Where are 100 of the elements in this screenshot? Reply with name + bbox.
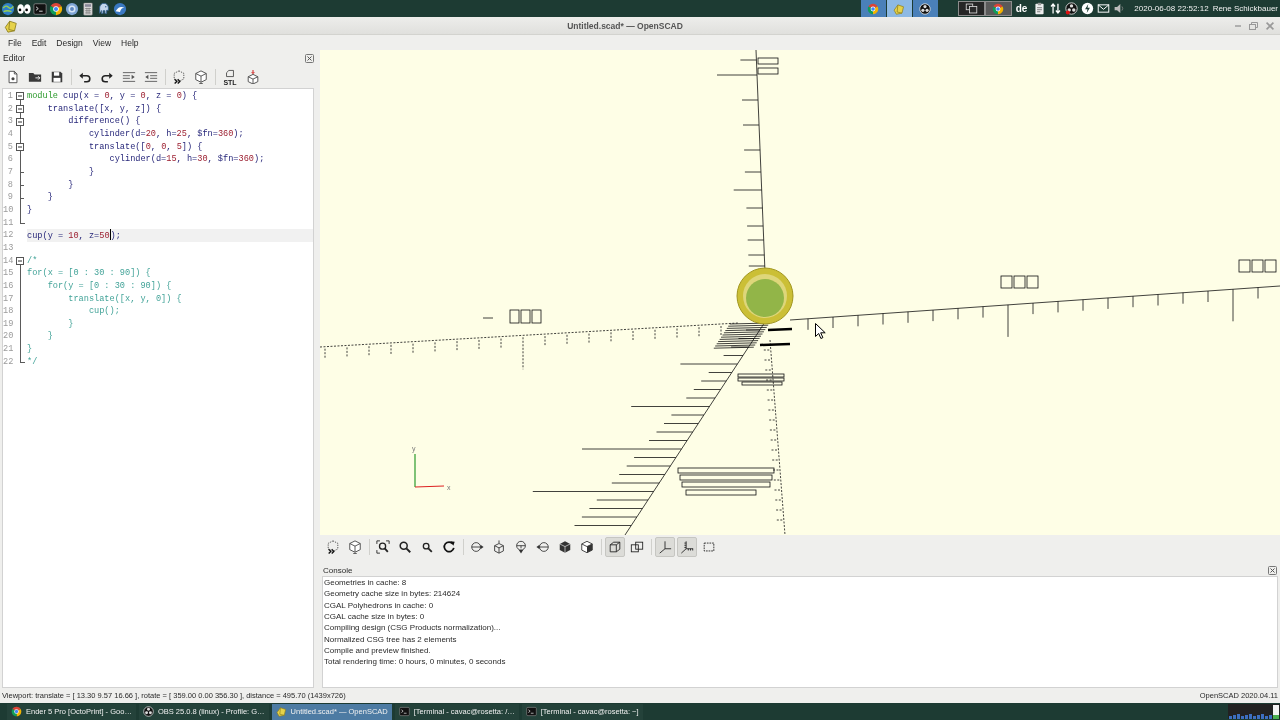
line-number: 3 xyxy=(6,115,13,128)
app-button[interactable] xyxy=(984,1,1012,16)
axes-icon xyxy=(658,539,672,554)
line-number: 17 xyxy=(3,292,13,306)
redo-icon xyxy=(100,70,114,84)
collapse-icon[interactable] xyxy=(16,92,24,101)
menu-item[interactable]: Design xyxy=(51,37,88,48)
window-button[interactable] xyxy=(860,0,886,17)
front-view-icon xyxy=(558,539,572,554)
line-number: 8 xyxy=(6,178,13,192)
terminal-icon xyxy=(525,706,537,717)
code-line: } xyxy=(46,330,54,344)
console-line: Geometries in cache: 8 xyxy=(324,577,407,589)
close-icon xyxy=(304,53,314,63)
scale-label-marks xyxy=(759,327,793,347)
perspective-button[interactable] xyxy=(605,536,625,557)
line-number: 9 xyxy=(6,191,13,204)
clock[interactable]: 2020-06-08 22:52:12 xyxy=(1134,4,1209,13)
aperture-icon[interactable] xyxy=(1065,2,1079,15)
aperture-icon xyxy=(919,2,932,15)
code-line: */ xyxy=(27,355,39,369)
perspective-box-icon xyxy=(608,539,622,554)
browser-icon[interactable] xyxy=(49,1,63,16)
network-arrows-icon[interactable] xyxy=(1049,2,1063,15)
close-icon xyxy=(1265,21,1274,30)
eyes-icon[interactable] xyxy=(17,1,31,16)
collapse-icon[interactable] xyxy=(16,105,24,113)
window-switcher-button[interactable] xyxy=(957,1,985,16)
console-line: Geometry cache size in bytes: 214624 xyxy=(324,588,461,600)
line-number: 22 xyxy=(3,355,13,369)
scale-label-marks xyxy=(1000,275,1039,289)
collapse-icon[interactable] xyxy=(16,142,24,151)
line-number: 20 xyxy=(3,330,13,344)
top-view-icon xyxy=(492,539,506,554)
scale-markers-button[interactable] xyxy=(677,536,697,557)
menu-item[interactable]: File xyxy=(3,37,27,48)
user-name[interactable]: Rene Schickbauer xyxy=(1212,4,1278,13)
browser-icon xyxy=(992,2,1005,15)
line-number: 19 xyxy=(3,317,13,331)
line-number: 11 xyxy=(3,216,13,230)
window-title: Untitled.scad* — OpenSCAD xyxy=(567,20,683,31)
lightning-icon[interactable] xyxy=(1081,2,1095,15)
bird-icon[interactable] xyxy=(113,1,127,16)
line-number: 13 xyxy=(3,241,13,255)
code-line: cup(); xyxy=(87,305,121,318)
calculator-icon[interactable] xyxy=(81,1,95,16)
envelope-icon[interactable] xyxy=(1097,2,1111,15)
line-number: 10 xyxy=(3,203,13,217)
zoom-in-icon xyxy=(398,539,412,554)
code-line: for(y = [0 : 30 : 90]) { xyxy=(46,279,173,293)
close-button[interactable] xyxy=(304,53,314,63)
console-line: Normalized CSG tree has 2 elements xyxy=(324,633,457,646)
back-view-icon xyxy=(580,539,594,554)
line-number: 5 xyxy=(6,140,13,154)
aperture-icon xyxy=(142,706,154,717)
ring-icon[interactable] xyxy=(65,1,79,16)
code-line: cylinder(d=20, h=25, $fn=360); xyxy=(87,127,245,141)
window-button[interactable] xyxy=(886,0,912,17)
code-line: } xyxy=(87,165,96,179)
cube-icon xyxy=(194,70,208,84)
left-view-icon xyxy=(536,539,550,554)
keyboard-layout-indicator[interactable]: de xyxy=(1015,3,1028,14)
cube-icon xyxy=(348,539,362,554)
circular-arrow-icon xyxy=(442,539,456,554)
cad-app-icon xyxy=(4,18,18,33)
terminal-icon[interactable] xyxy=(33,1,47,16)
right-view-icon xyxy=(470,539,484,554)
collapse-icon[interactable] xyxy=(16,256,24,265)
cylinder-model xyxy=(736,267,794,325)
menu-item[interactable]: Edit xyxy=(26,37,52,48)
show-axes-button[interactable] xyxy=(655,536,675,557)
folder-icon xyxy=(28,70,42,84)
zoom-fit-icon xyxy=(376,539,390,554)
terminal-icon xyxy=(398,706,410,717)
globe-icon[interactable] xyxy=(1,1,15,16)
code-line: } xyxy=(67,317,75,331)
window-button[interactable] xyxy=(912,0,938,17)
scale-label-marks xyxy=(1238,259,1277,273)
elephant-icon[interactable] xyxy=(97,1,111,16)
page-icon xyxy=(225,68,235,78)
code-line: translate([x, y, z]) { xyxy=(46,102,163,116)
menu-item[interactable]: View xyxy=(87,37,117,48)
menu-item[interactable]: Help xyxy=(116,37,144,48)
mouse-pointer-icon xyxy=(815,323,826,340)
overlapping-squares-icon xyxy=(630,539,644,554)
close-button[interactable] xyxy=(1267,565,1277,575)
new-file-icon xyxy=(6,70,20,84)
collapse-icon[interactable] xyxy=(16,117,24,126)
console-line: Compiling design (CSG Products normalization)... xyxy=(324,622,501,634)
scale-label-marks xyxy=(757,57,779,75)
line-number: 6 xyxy=(6,153,13,166)
dotted-cube-icon xyxy=(326,539,340,554)
code-line: difference() { xyxy=(67,115,142,128)
axes-ticks-icon xyxy=(680,539,694,554)
line-number: 18 xyxy=(3,305,13,318)
code-line: translate([x, y, 0]) { xyxy=(67,292,183,306)
code-line: translate([0, 0, 5]) { xyxy=(87,140,204,154)
line-number: 14 xyxy=(3,254,13,268)
clipboard-icon[interactable] xyxy=(1033,2,1047,15)
console-line: Compile and preview finished. xyxy=(324,645,431,657)
